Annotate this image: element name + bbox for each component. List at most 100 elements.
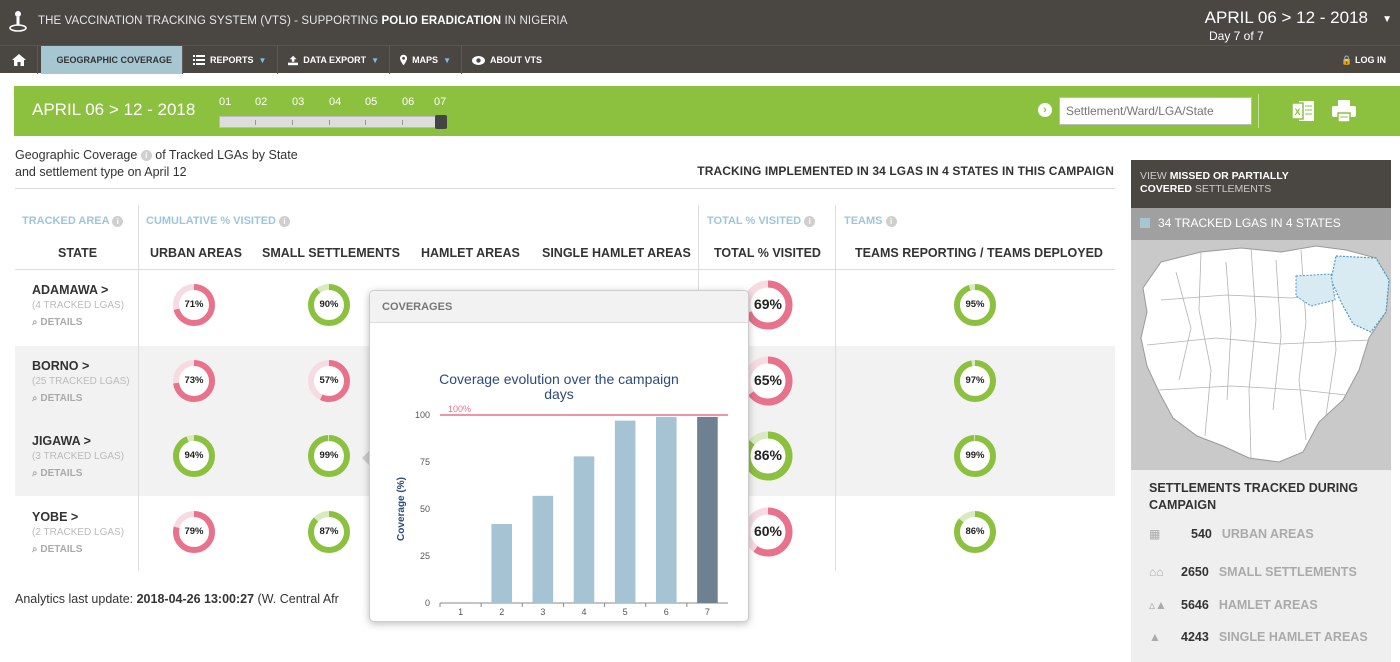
footnote-time: 2018-04-26 13:00:27 — [136, 592, 255, 606]
nav-geographic-coverage[interactable]: GEOGRAPHIC COVERAGE — [41, 46, 183, 74]
eye-icon — [472, 55, 485, 65]
info-icon[interactable]: i — [885, 215, 897, 227]
nav-reports[interactable]: REPORTS ▼ — [183, 46, 278, 74]
subtitle-text: Geographic Coverage — [15, 148, 138, 162]
excel-icon[interactable]: X — [1290, 98, 1316, 124]
donut-label: 73% — [184, 375, 204, 387]
donut-label: 97% — [965, 375, 985, 387]
donut-label: 79% — [184, 526, 204, 538]
stat-number: 5646 — [1181, 598, 1209, 612]
subtitle-line2: and settlement type on April 12 — [15, 165, 187, 179]
lock-icon: 🔒 — [1341, 55, 1353, 65]
nav-about-vts-label: ABOUT VTS — [489, 55, 542, 65]
day-label[interactable]: 01 — [219, 96, 231, 108]
stat-number: 540 — [1191, 527, 1212, 541]
stat-hamlet-areas: ▵▲ 5646 HAMLET AREAS — [1149, 598, 1318, 612]
tracked-lgas-legend: 34 TRACKED LGAS IN 4 STATES — [1131, 208, 1391, 240]
day-label[interactable]: 04 — [329, 96, 341, 108]
info-icon[interactable]: i — [804, 215, 816, 227]
day-label[interactable]: 06 — [402, 96, 414, 108]
upload-icon — [288, 55, 299, 65]
nav-data-export[interactable]: DATA EXPORT ▼ — [278, 46, 390, 74]
nav-geographic-coverage-label: GEOGRAPHIC COVERAGE — [56, 55, 172, 65]
logo-icon — [9, 11, 27, 32]
nav-about-vts[interactable]: ABOUT VTS — [462, 46, 552, 74]
huts-icon: ▵▲ — [1149, 598, 1167, 612]
x-axis-label: Days — [572, 620, 596, 621]
column-header-teams: TEAMS REPORTING / TEAMS DEPLOYED — [855, 246, 1103, 260]
state-link[interactable]: JIGAWA > — [32, 434, 91, 448]
info-icon[interactable]: i — [279, 215, 291, 227]
period-selector[interactable]: APRIL 06 > 12 - 2018 — [1205, 8, 1368, 28]
nav-maps[interactable]: MAPS ▼ — [390, 46, 462, 74]
donut-label: 90% — [319, 299, 339, 311]
details-link[interactable]: ⌕ DETAILS — [32, 544, 82, 555]
day-of-label: Day 7 of 7 — [1209, 29, 1264, 43]
bar — [573, 456, 595, 603]
nigeria-map[interactable] — [1131, 240, 1391, 470]
state-link[interactable]: ADAMAWA > — [32, 283, 108, 297]
home-button[interactable] — [0, 46, 38, 74]
caret-down-icon: ▼ — [258, 55, 267, 65]
slider-handle[interactable] — [435, 115, 447, 129]
state-lga-count: (25 TRACKED LGAS) — [32, 376, 130, 387]
nav-maps-label: MAPS — [412, 55, 439, 65]
details-link[interactable]: ⌕ DETAILS — [32, 393, 82, 404]
y-tick-label: 75 — [420, 457, 430, 467]
arrow-right-icon[interactable]: › — [1038, 103, 1052, 117]
chart-title: days — [544, 386, 574, 402]
coverages-popup: COVERAGES Coverage evolution over the ca… — [369, 290, 749, 631]
printer-icon[interactable] — [1331, 98, 1357, 124]
stat-urban-areas: ▦ 540 URBAN AREAS — [1149, 527, 1314, 541]
app-title-bold: POLIO ERADICATION — [381, 15, 502, 27]
search-input[interactable] — [1059, 97, 1252, 125]
sidebar-head-bold: COVERED — [1140, 183, 1192, 195]
day-slider[interactable] — [219, 115, 447, 129]
info-icon[interactable]: i — [112, 215, 124, 227]
day-label[interactable]: 02 — [255, 96, 267, 108]
donut-label: 69% — [753, 296, 783, 313]
page-subtitle: Geographic Coverage i of Tracked LGAs by… — [15, 147, 298, 181]
day-label[interactable]: 03 — [292, 96, 304, 108]
hut-icon: ▲ — [1149, 630, 1161, 644]
login-button[interactable]: 🔒 LOG IN — [1341, 55, 1386, 66]
y-tick-label: 0 — [425, 598, 430, 608]
bar — [532, 495, 554, 603]
group-header-tracked: TRACKED AREA i — [22, 215, 124, 227]
sidebar: VIEW MISSED OR PARTIALLY COVERED SETTLEM… — [1131, 160, 1391, 662]
list-icon — [193, 55, 205, 65]
map-marker-icon — [400, 54, 408, 66]
chevron-down-icon[interactable]: ▼ — [1382, 14, 1392, 25]
x-tick-label: 3 — [540, 607, 545, 617]
day-label[interactable]: 05 — [365, 96, 377, 108]
info-icon[interactable]: i — [140, 150, 152, 162]
state-link[interactable]: YOBE > — [32, 510, 78, 524]
details-link[interactable]: ⌕ DETAILS — [32, 468, 82, 479]
state-lga-count: (3 TRACKED LGAS) — [32, 451, 125, 462]
donut-label: 65% — [753, 372, 783, 389]
login-label: LOG IN — [1355, 55, 1386, 65]
state-link[interactable]: BORNO > — [32, 359, 89, 373]
day-label[interactable]: 07 — [434, 96, 446, 108]
divider — [1258, 94, 1259, 128]
x-tick-label: 5 — [623, 607, 628, 617]
group-header-teams: TEAMS i — [844, 215, 897, 227]
x-tick-label: 6 — [664, 607, 669, 617]
x-tick-label: 2 — [499, 607, 504, 617]
home-icon — [11, 54, 26, 66]
donut-label: 95% — [965, 299, 985, 311]
bar — [656, 416, 677, 603]
column-header-state: STATE — [58, 246, 98, 260]
app-title: THE VACCINATION TRACKING SYSTEM (VTS) - … — [38, 15, 568, 27]
app-title-prefix: THE VACCINATION TRACKING SYSTEM (VTS) - … — [38, 15, 382, 27]
stat-single-hamlet-areas: ▲ 4243 SINGLE HAMLET AREAS — [1149, 630, 1368, 644]
analytics-footnote: Analytics last update: 2018-04-26 13:00:… — [15, 592, 339, 606]
view-missed-settlements-link[interactable]: VIEW MISSED OR PARTIALLY COVERED SETTLEM… — [1131, 160, 1391, 208]
settlements-tracked-title: SETTLEMENTS TRACKED DURING CAMPAIGN — [1149, 481, 1359, 512]
details-label: DETAILS — [40, 544, 83, 555]
details-link[interactable]: ⌕ DETAILS — [32, 317, 82, 328]
svg-text:X: X — [1294, 107, 1300, 117]
stat-label: URBAN AREAS — [1221, 527, 1314, 541]
stat-label: SMALL SETTLEMENTS — [1218, 565, 1357, 579]
footnote-suffix: (W. Central Afr — [254, 592, 339, 606]
